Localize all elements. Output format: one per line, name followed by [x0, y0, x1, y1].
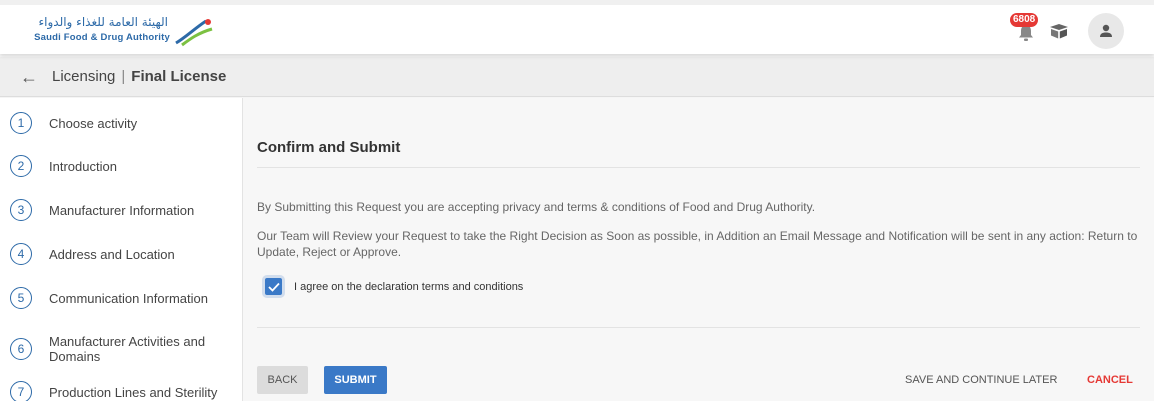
steps-sidebar: 1 Choose activity 2 Introduction 3 Manuf…	[0, 98, 243, 401]
breadcrumb-licensing[interactable]: Licensing	[52, 68, 115, 85]
step-number: 3	[10, 199, 32, 221]
step-item-choose-activity[interactable]: 1 Choose activity	[10, 112, 229, 134]
notifications-button[interactable]: 6808	[1010, 12, 1040, 50]
step-label: Manufacturer Information	[49, 202, 195, 218]
cancel-button[interactable]: CANCEL	[1087, 374, 1133, 386]
agree-checkbox[interactable]	[262, 275, 285, 298]
step-label: Choose activity	[49, 115, 138, 131]
step-number: 7	[10, 381, 32, 401]
main-content: Confirm and Submit By Submitting this Re…	[243, 98, 1154, 401]
step-item-address-location[interactable]: 4 Address and Location	[10, 243, 229, 265]
divider	[257, 327, 1140, 328]
page-subheader: ← Licensing | Final License	[0, 57, 1154, 97]
sfda-logo[interactable]: الهيئة العامة للغذاء والدواء Saudi Food …	[20, 15, 220, 49]
breadcrumb-separator: |	[121, 68, 126, 85]
breadcrumb-current: Final License	[131, 68, 227, 85]
step-number: 5	[10, 287, 32, 309]
step-number: 6	[10, 338, 32, 360]
step-item-introduction[interactable]: 2 Introduction	[10, 155, 229, 177]
top-bar: الهيئة العامة للغذاء والدواء Saudi Food …	[0, 0, 1154, 54]
review-paragraph: Our Team will Review your Request to tak…	[257, 229, 1138, 259]
step-number: 4	[10, 243, 32, 265]
agree-checkbox-row[interactable]: I agree on the declaration terms and con…	[262, 275, 524, 298]
notification-badge: 6808	[1010, 13, 1039, 27]
step-number: 2	[10, 155, 32, 177]
step-item-communication-information[interactable]: 5 Communication Information	[10, 287, 229, 309]
submit-button[interactable]: SUBMIT	[324, 366, 387, 394]
header-actions: 6808	[1010, 12, 1124, 50]
back-button[interactable]: BACK	[257, 366, 308, 394]
agree-label: I agree on the declaration terms and con…	[294, 280, 524, 293]
logo-english-text: Saudi Food & Drug Authority	[34, 32, 170, 43]
logo-arabic-text: الهيئة العامة للغذاء والدواء	[38, 15, 169, 29]
box-icon	[1050, 24, 1068, 39]
step-label: Production Lines and Sterility	[49, 384, 218, 400]
step-label: Introduction	[49, 158, 117, 174]
step-item-manufacturer-information[interactable]: 3 Manufacturer Information	[10, 199, 229, 221]
person-icon	[1100, 24, 1112, 37]
terms-paragraph: By Submitting this Request you are accep…	[257, 200, 816, 214]
divider	[257, 167, 1140, 168]
step-label: Communication Information	[49, 290, 208, 306]
back-arrow-icon[interactable]: ←	[20, 68, 38, 86]
step-item-production-lines[interactable]: 7 Production Lines and Sterility	[10, 381, 229, 401]
step-number: 1	[10, 112, 32, 134]
section-title: Confirm and Submit	[257, 139, 401, 156]
checkmark-icon	[267, 282, 280, 292]
step-item-manufacturer-activities[interactable]: 6 Manufacturer Activities and Domains	[10, 334, 229, 364]
user-avatar-button[interactable]	[1088, 13, 1124, 49]
step-label: Manufacturer Activities and Domains	[49, 334, 206, 364]
step-label: Address and Location	[49, 246, 175, 262]
logo-mark-icon	[175, 19, 213, 47]
packages-button[interactable]	[1048, 20, 1070, 42]
save-and-continue-later-button[interactable]: SAVE AND CONTINUE LATER	[905, 374, 1057, 386]
